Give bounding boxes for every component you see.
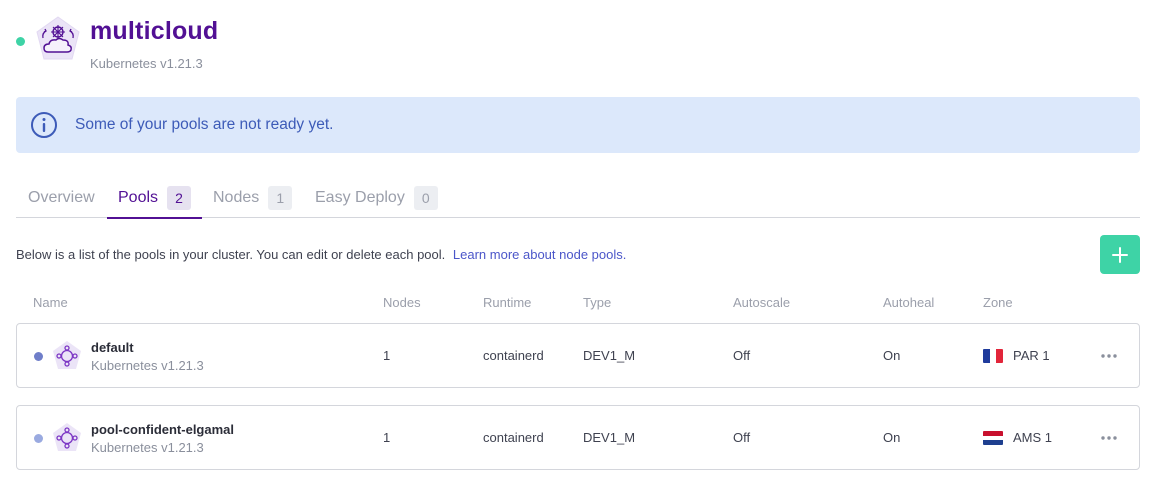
pool-icon — [53, 423, 81, 451]
pool-nodes: 1 — [383, 348, 391, 363]
tab-label: Overview — [28, 189, 95, 206]
table-row[interactable]: default Kubernetes v1.21.3 1 containerd … — [16, 323, 1140, 388]
pool-name[interactable]: pool-confident-elgamal — [91, 422, 234, 437]
pool-autoheal: On — [883, 430, 901, 445]
kubernetes-cloud-icon — [36, 16, 80, 60]
pool-autoscale: Off — [733, 348, 751, 363]
tab-count-badge: 2 — [167, 186, 192, 210]
tab-label: Easy Deploy — [315, 189, 405, 206]
pool-runtime: containerd — [483, 348, 544, 363]
france-flag-icon — [983, 349, 1003, 363]
table-row[interactable]: pool-confident-elgamal Kubernetes v1.21.… — [16, 405, 1140, 470]
column-header-autoheal: Autoheal — [883, 295, 935, 310]
pool-zone: PAR 1 — [1013, 348, 1050, 363]
add-pool-button[interactable] — [1100, 235, 1140, 274]
cluster-version: Kubernetes v1.21.3 — [90, 56, 203, 71]
pool-autoscale: Off — [733, 430, 751, 445]
more-actions-button[interactable] — [1099, 428, 1119, 448]
pool-status-dot — [34, 352, 43, 361]
tab-count-badge: 1 — [268, 186, 293, 210]
tab-label: Nodes — [213, 189, 260, 206]
pool-type: DEV1_M — [583, 348, 636, 363]
pool-version: Kubernetes v1.21.3 — [91, 358, 204, 373]
learn-more-link[interactable]: Learn more about node pools. — [453, 247, 626, 262]
cluster-tabs: Overview Pools 2 Nodes 1 Easy Deploy 0 — [16, 178, 1140, 219]
pools-table-header: Name Nodes Runtime Type Autoscale Autohe… — [16, 295, 1140, 313]
tab-pools[interactable]: Pools 2 — [107, 178, 203, 219]
tab-overview[interactable]: Overview — [28, 178, 95, 218]
pool-icon — [53, 341, 81, 369]
pool-name[interactable]: default — [91, 340, 134, 355]
ellipsis-icon — [1101, 436, 1117, 440]
pools-description: Below is a list of the pools in your clu… — [16, 247, 626, 262]
column-header-autoscale: Autoscale — [733, 295, 791, 310]
more-actions-button[interactable] — [1099, 346, 1119, 366]
tab-nodes[interactable]: Nodes 1 — [213, 178, 293, 218]
cluster-header: multicloud Kubernetes v1.21.3 — [16, 16, 416, 72]
tab-count-badge: 0 — [413, 186, 438, 210]
pools-description-text: Below is a list of the pools in your clu… — [16, 247, 446, 262]
info-icon — [31, 112, 57, 138]
ellipsis-icon — [1101, 354, 1117, 358]
cluster-status-dot — [16, 37, 25, 46]
alert-text: Some of your pools are not ready yet. — [75, 116, 334, 133]
tab-easy-deploy[interactable]: Easy Deploy 0 — [315, 178, 438, 218]
cluster-name: multicloud — [90, 17, 219, 45]
pool-nodes: 1 — [383, 430, 391, 445]
pool-zone: AMS 1 — [1013, 430, 1053, 445]
column-header-type: Type — [583, 295, 612, 310]
pool-status-dot — [34, 434, 43, 443]
tab-label: Pools — [118, 189, 159, 206]
pool-runtime: containerd — [483, 430, 544, 445]
pool-version: Kubernetes v1.21.3 — [91, 440, 204, 455]
pools-not-ready-alert: Some of your pools are not ready yet. — [16, 97, 1140, 153]
pool-type: DEV1_M — [583, 430, 636, 445]
column-header-nodes: Nodes — [383, 295, 421, 310]
column-header-zone: Zone — [983, 295, 1013, 310]
pool-autoheal: On — [883, 348, 901, 363]
column-header-runtime: Runtime — [483, 295, 532, 310]
column-header-name: Name — [33, 295, 68, 310]
netherlands-flag-icon — [983, 431, 1003, 445]
plus-icon — [1112, 246, 1128, 263]
